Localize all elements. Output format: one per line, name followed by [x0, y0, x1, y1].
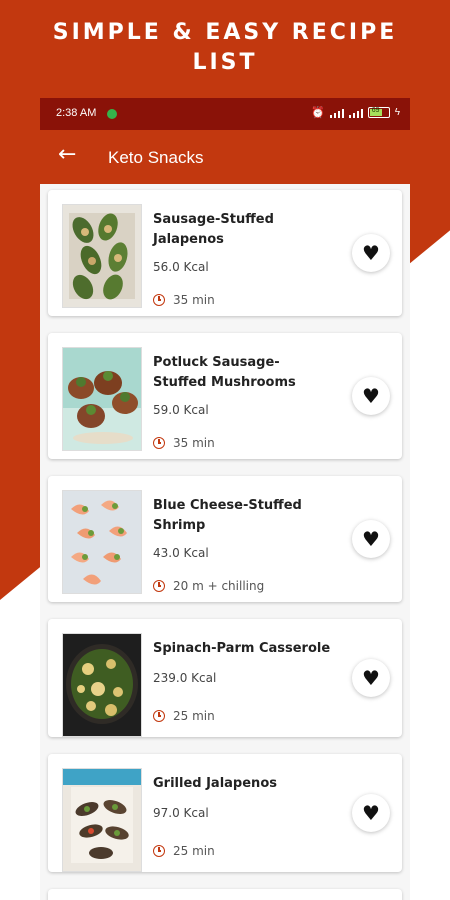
clock-icon — [153, 710, 165, 722]
recipe-thumbnail — [62, 633, 142, 737]
recipe-time: 35 min — [153, 293, 215, 307]
promo-banner: SIMPLE & EASY RECIPE LIST — [0, 18, 450, 78]
recipe-thumbnail — [62, 204, 142, 308]
recipe-card[interactable]: Potluck Sausage-Stuffed Mushrooms 59.0 K… — [48, 333, 402, 459]
favorite-heart-icon[interactable]: ♥ — [352, 377, 390, 415]
signal-icon-2 — [348, 108, 363, 118]
battery-icon: 69 — [367, 107, 390, 118]
recipe-time-text: 25 min — [173, 709, 215, 723]
recipe-kcal: 97.0 Kcal — [153, 806, 209, 820]
recipe-time-text: 35 min — [173, 436, 215, 450]
clock-icon — [153, 580, 165, 592]
banner-line-1: SIMPLE & EASY RECIPE — [52, 20, 398, 45]
recipe-card[interactable]: Grilled Jalapenos 97.0 Kcal 25 min ♥ — [48, 754, 402, 872]
recipe-card-partial[interactable] — [48, 889, 402, 900]
favorite-heart-icon[interactable]: ♥ — [352, 794, 390, 832]
favorite-heart-icon[interactable]: ♥ — [352, 234, 390, 272]
recipe-name: Blue Cheese-Stuffed Shrimp — [153, 498, 302, 533]
status-time: 2:38 AM — [56, 107, 97, 119]
charging-icon: ϟ — [394, 107, 400, 118]
recipe-card[interactable]: Blue Cheese-Stuffed Shrimp 43.0 Kcal 20 … — [48, 476, 402, 602]
recipe-time: 25 min — [153, 709, 215, 723]
alarm-icon: ⏰ — [311, 107, 325, 119]
status-bar: 2:38 AM ⏰ 69 ϟ — [40, 98, 410, 130]
recipe-kcal: 56.0 Kcal — [153, 260, 209, 274]
recipe-name: Grilled Jalapenos — [153, 776, 277, 791]
clock-icon — [153, 294, 165, 306]
battery-level: 69 — [371, 107, 380, 114]
recipe-thumbnail — [62, 490, 142, 594]
recipe-kcal: 59.0 Kcal — [153, 403, 209, 417]
recipe-time: 20 m + chilling — [153, 579, 264, 593]
clock-icon — [153, 845, 165, 857]
signal-icon — [329, 108, 344, 118]
app-bar: ← Keto Snacks — [40, 130, 410, 184]
banner-line-2: LIST — [192, 50, 258, 75]
favorite-heart-icon[interactable]: ♥ — [352, 659, 390, 697]
back-arrow-icon[interactable]: ← — [58, 142, 76, 167]
recipe-thumbnail — [62, 768, 142, 872]
recipe-time-text: 25 min — [173, 844, 215, 858]
favorite-heart-icon[interactable]: ♥ — [352, 520, 390, 558]
recipe-time: 35 min — [153, 436, 215, 450]
status-icons: ⏰ 69 ϟ — [311, 106, 400, 119]
phone-screen: 2:38 AM ⏰ 69 ϟ ← Keto Snacks Sausage-Stu… — [40, 98, 410, 900]
recipe-name: Sausage-Stuffed Jalapenos — [153, 212, 274, 247]
recipe-kcal: 239.0 Kcal — [153, 671, 217, 685]
recipe-card[interactable]: Spinach-Parm Casserole 239.0 Kcal 25 min… — [48, 619, 402, 737]
recipe-kcal: 43.0 Kcal — [153, 546, 209, 560]
notification-icon — [107, 109, 117, 119]
page-title: Keto Snacks — [108, 148, 204, 167]
clock-icon — [153, 437, 165, 449]
recipe-name: Spinach-Parm Casserole — [153, 641, 331, 656]
recipe-time: 25 min — [153, 844, 215, 858]
recipe-card[interactable]: Sausage-Stuffed Jalapenos 56.0 Kcal 35 m… — [48, 190, 402, 316]
recipe-time-text: 20 m + chilling — [173, 579, 265, 593]
recipe-name: Potluck Sausage-Stuffed Mushrooms — [153, 355, 296, 390]
recipe-thumbnail — [62, 347, 142, 451]
recipe-time-text: 35 min — [173, 293, 215, 307]
